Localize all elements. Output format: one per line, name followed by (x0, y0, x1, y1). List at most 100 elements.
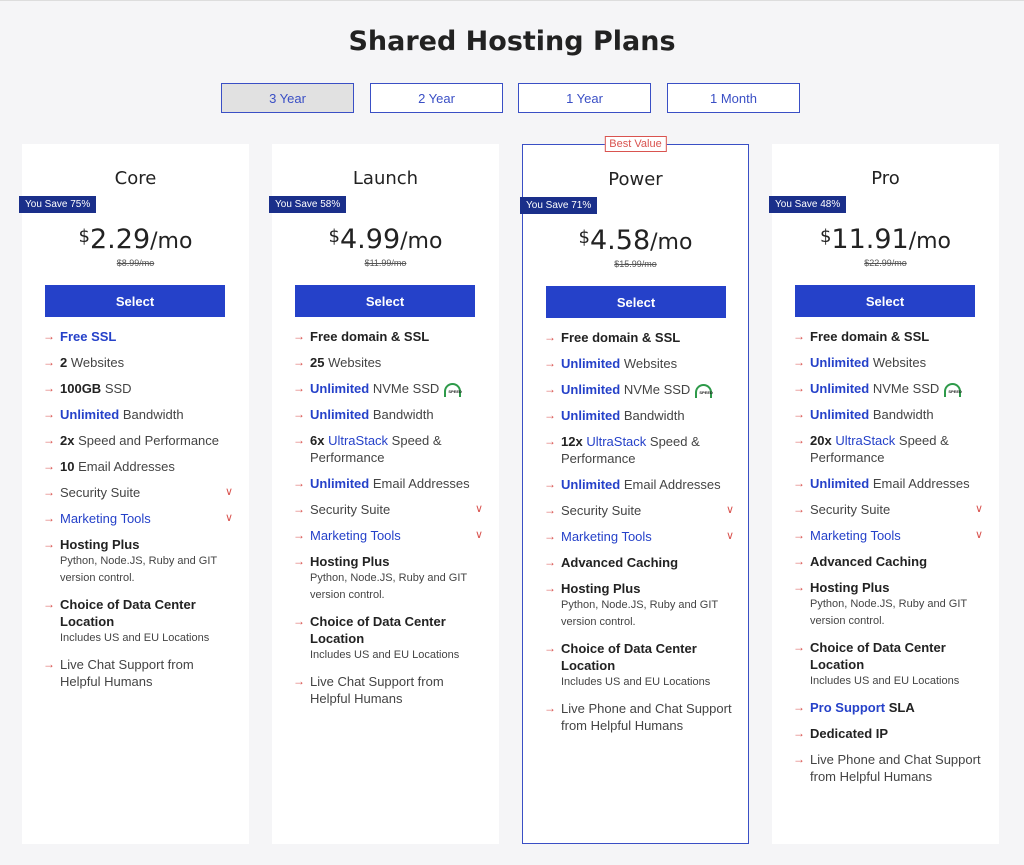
plan-name: Core (114, 168, 157, 189)
feature-item[interactable]: → Marketing Tools ∨ (793, 527, 983, 544)
feature-item: → Hosting Plus Python, Node.JS, Ruby and G… (793, 579, 983, 630)
feature-item: → Hosting Plus Python, Node.JS, Ruby and G… (544, 580, 734, 631)
feature-item: → Choice of Data Center Location Includes … (544, 640, 734, 691)
feature-item: → 100GB SSD (43, 381, 132, 396)
select-button[interactable]: Select (45, 285, 225, 317)
plan-price: $11.91/mo (819, 224, 952, 255)
feature-item: → 25 Websites (293, 355, 382, 370)
speed-gauge-icon (444, 382, 462, 400)
arrow-right-icon: → (43, 597, 55, 611)
feature-item: → 12x UltraStack Speed & Performance (544, 434, 700, 466)
savings-badge: You Save 48% (769, 196, 847, 213)
arrow-right-icon: → (293, 407, 305, 421)
feature-item: → Unlimited NVMe SSD (793, 380, 983, 400)
arrow-right-icon: → (793, 407, 805, 421)
chevron-down-icon[interactable]: ∨ (975, 527, 983, 544)
chevron-down-icon[interactable]: ∨ (475, 527, 483, 544)
feature-list: → Free SSL → 2 Websites → 100GB SSD → Unlimited… (43, 328, 233, 699)
arrow-right-icon: → (293, 433, 305, 447)
arrow-right-icon: → (544, 555, 556, 569)
arrow-right-icon: → (43, 329, 55, 343)
arrow-right-icon: → (43, 407, 55, 421)
savings-badge: You Save 58% (269, 196, 347, 213)
feature-item[interactable]: → Security Suite ∨ (43, 484, 233, 501)
feature-item[interactable]: → Security Suite ∨ (544, 502, 734, 519)
feature-item[interactable]: → Marketing Tools ∨ (43, 510, 233, 527)
feature-list: → Free domain & SSL → Unlimited Websites → Un… (793, 328, 983, 794)
select-button[interactable]: Select (795, 285, 975, 317)
arrow-right-icon: → (544, 477, 556, 491)
feature-item: → Free domain & SSL (293, 329, 430, 344)
arrow-right-icon: → (793, 381, 805, 395)
feature-item: → Unlimited Bandwidth (293, 407, 434, 422)
feature-item[interactable]: → Marketing Tools ∨ (544, 528, 734, 545)
feature-item: → Choice of Data Center Location Includes … (43, 596, 233, 647)
original-price: $15.99/mo (614, 259, 657, 269)
tab-1-year[interactable]: 1 Year (518, 83, 651, 113)
arrow-right-icon: → (793, 502, 805, 516)
best-value-badge: Best Value (604, 136, 667, 152)
arrow-right-icon: → (793, 640, 805, 654)
arrow-right-icon: → (43, 657, 55, 671)
arrow-right-icon: → (293, 614, 305, 628)
arrow-right-icon: → (793, 433, 805, 447)
arrow-right-icon: → (793, 329, 805, 343)
feature-item: → Unlimited Email Addresses (293, 476, 470, 491)
chevron-down-icon[interactable]: ∨ (726, 528, 734, 545)
plan-price: $4.58/mo (578, 225, 693, 256)
feature-item: → Unlimited Bandwidth (793, 407, 934, 422)
tab-2-year[interactable]: 2 Year (370, 83, 503, 113)
speed-gauge-icon (695, 383, 713, 401)
feature-item: → Advanced Caching (544, 555, 679, 570)
feature-item: → Unlimited Bandwidth (544, 408, 685, 423)
feature-item: → Live Chat Support from Helpful Humans (293, 674, 444, 706)
savings-badge: You Save 71% (520, 197, 598, 214)
feature-item: → Free domain & SSL (544, 330, 681, 345)
feature-item: → 10 Email Addresses (43, 459, 175, 474)
feature-item: → Free domain & SSL (793, 329, 930, 344)
plan-card-core: Core You Save 75% $2.29/mo $8.99/mo Select → F… (19, 144, 249, 844)
speed-gauge-icon (944, 382, 962, 400)
tab-3-year[interactable]: 3 Year (221, 83, 354, 113)
arrow-right-icon: → (293, 355, 305, 369)
feature-item[interactable]: → Security Suite ∨ (293, 501, 483, 518)
tab-1-month[interactable]: 1 Month (667, 83, 800, 113)
arrow-right-icon: → (43, 459, 55, 473)
feature-item: → 2 Websites (43, 355, 125, 370)
feature-item: → Unlimited Bandwidth (43, 407, 184, 422)
feature-list: → Free domain & SSL → 25 Websites → Unlimited… (293, 328, 483, 716)
arrow-right-icon: → (793, 554, 805, 568)
feature-list: → Free domain & SSL → Unlimited Websites → Un… (544, 329, 734, 743)
original-price: $11.99/mo (364, 258, 407, 268)
feature-item[interactable]: → Marketing Tools ∨ (293, 527, 483, 544)
select-button[interactable]: Select (546, 286, 726, 318)
chevron-down-icon[interactable]: ∨ (726, 502, 734, 519)
arrow-right-icon: → (293, 674, 305, 688)
chevron-down-icon[interactable]: ∨ (475, 501, 483, 518)
arrow-right-icon: → (793, 726, 805, 740)
arrow-right-icon: → (544, 503, 556, 517)
select-button[interactable]: Select (295, 285, 475, 317)
arrow-right-icon: → (43, 355, 55, 369)
feature-item: → Live Phone and Chat Support from Helpfu… (544, 701, 732, 733)
plan-card-power: Best Value Power You Save 71% $4.58/mo $15.9… (520, 136, 749, 844)
arrow-right-icon: → (43, 537, 55, 551)
plan-card-launch: Launch You Save 58% $4.99/mo $11.99/mo Selec… (269, 144, 499, 844)
chevron-down-icon[interactable]: ∨ (225, 484, 233, 501)
feature-item[interactable]: → Security Suite ∨ (793, 501, 983, 518)
feature-item: → Unlimited Email Addresses (793, 476, 970, 491)
arrow-right-icon: → (793, 355, 805, 369)
chevron-down-icon[interactable]: ∨ (225, 510, 233, 527)
chevron-down-icon[interactable]: ∨ (975, 501, 983, 518)
arrow-right-icon: → (43, 433, 55, 447)
savings-badge: You Save 75% (19, 196, 97, 213)
feature-item: → Choice of Data Center Location Includes … (793, 639, 983, 690)
plan-card-pro: Pro You Save 48% $11.91/mo $22.99/mo Select →… (769, 144, 999, 844)
arrow-right-icon: → (793, 580, 805, 594)
arrow-right-icon: → (544, 408, 556, 422)
arrow-right-icon: → (293, 476, 305, 490)
feature-item: → 6x UltraStack Speed & Performance (293, 433, 442, 465)
feature-item: → Free SSL (43, 329, 117, 344)
arrow-right-icon: → (793, 700, 805, 714)
feature-item: → Unlimited NVMe SSD (544, 381, 734, 401)
